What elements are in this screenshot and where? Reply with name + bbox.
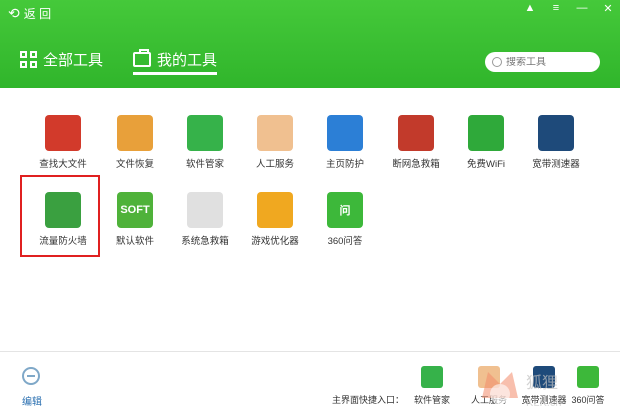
qa-icon: 问 — [327, 192, 363, 228]
tool-item-software-manager[interactable]: 软件管家 — [170, 115, 240, 185]
back-arrow-icon: ⟲ — [8, 5, 20, 21]
header-bar: ⟲ 返 回 ▲ ≡ — ✕ 全部工具 我的工具 — [0, 0, 620, 88]
tab-mine-label: 我的工具 — [157, 52, 218, 69]
first-aid-box-icon — [398, 115, 434, 151]
game-optimizer-icon — [257, 192, 293, 228]
gb-file-icon — [45, 115, 81, 151]
tool-item-soft-default[interactable]: SOFT 默认软件 — [100, 192, 170, 262]
back-label: 返 回 — [23, 6, 52, 21]
tool-item-system-aid[interactable]: 系统急救箱 — [170, 192, 240, 262]
svg-text:KLK.cn: KLK.cn — [526, 397, 561, 409]
edit-button[interactable]: 编辑 — [22, 393, 42, 408]
search-icon — [492, 57, 502, 67]
tool-label: 软件管家 — [185, 159, 224, 170]
selection-highlight — [20, 175, 100, 257]
tool-icon-text: 问 — [339, 205, 351, 217]
tab-my-tools[interactable]: 我的工具 — [133, 49, 217, 70]
close-icon[interactable]: ✕ — [602, 2, 614, 15]
tool-label: 系统急救箱 — [181, 236, 229, 247]
soft-default-icon: SOFT — [117, 192, 153, 228]
tool-item-folder-restore[interactable]: 文件恢复 — [100, 115, 170, 185]
quick-entry-label: 主界面快捷入口： — [332, 395, 405, 405]
tool-item-qa[interactable]: 问 360问答 — [310, 192, 380, 262]
minimize-icon[interactable]: — — [576, 2, 588, 15]
tab-all-label: 全部工具 — [43, 52, 104, 69]
tool-item-wifi[interactable]: 免费WiFi — [451, 115, 521, 185]
quick-entry-icon — [421, 366, 443, 388]
folder-restore-icon — [117, 115, 153, 151]
quick-entry-item[interactable]: 软件管家 — [402, 366, 462, 406]
search-input[interactable] — [506, 56, 591, 68]
tool-label: 断网急救箱 — [392, 159, 440, 170]
back-button[interactable]: ⟲ 返 回 — [8, 4, 72, 22]
system-aid-icon — [187, 192, 223, 228]
search-box[interactable] — [485, 52, 600, 72]
tool-label: 查找大文件 — [39, 159, 87, 170]
svg-text:狐狸: 狐狸 — [526, 373, 558, 392]
menu-icon[interactable]: ≡ — [550, 2, 562, 15]
edit-icon[interactable] — [22, 367, 40, 385]
tab-all-tools[interactable]: 全部工具 — [20, 49, 103, 70]
wifi-icon — [468, 115, 504, 151]
tool-item-home-shield[interactable]: 主页防护 — [310, 115, 380, 185]
fox-watermark-logo: 狐狸 KLK.cn — [482, 372, 561, 409]
tool-label: 宽带测速器 — [532, 159, 580, 170]
tool-label: 主页防护 — [325, 159, 364, 170]
tool-label: 游戏优化器 — [251, 236, 299, 247]
active-tab-underline — [133, 72, 217, 75]
tool-label: 默认软件 — [115, 236, 154, 247]
tool-label: 人工服务 — [255, 159, 294, 170]
skin-icon[interactable]: ▲ — [524, 2, 536, 15]
quick-entry-label: 软件管家 — [413, 395, 450, 405]
grid-icon — [20, 51, 37, 68]
tool-item-speedometer[interactable]: 宽带测速器 — [521, 115, 591, 185]
tool-icon-text: SOFT — [120, 204, 150, 216]
tool-item-game-optimizer[interactable]: 游戏优化器 — [240, 192, 310, 262]
toolbox-icon — [133, 49, 151, 67]
window-controls: ▲ ≡ — ✕ — [524, 2, 614, 15]
software-manager-icon — [187, 115, 223, 151]
tool-label: 免费WiFi — [467, 159, 505, 170]
home-shield-icon — [327, 115, 363, 151]
tool-label: 360问答 — [327, 236, 363, 247]
tool-item-doctor[interactable]: 人工服务 — [240, 115, 310, 185]
tool-item-first-aid-box[interactable]: 断网急救箱 — [381, 115, 451, 185]
doctor-icon — [257, 115, 293, 151]
speedometer-icon — [538, 115, 574, 151]
tool-label: 文件恢复 — [115, 159, 154, 170]
